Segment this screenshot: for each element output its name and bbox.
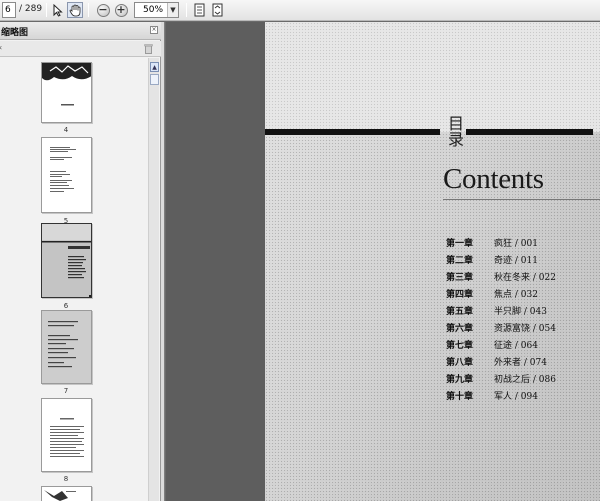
toc-title: 焦点 / 032 bbox=[494, 290, 538, 300]
thumbnail-page-number: 4 bbox=[63, 126, 69, 134]
page-header-band bbox=[265, 22, 600, 132]
toc-chapter: 第四章 bbox=[446, 290, 474, 300]
zoom-out-icon[interactable]: − bbox=[95, 2, 111, 18]
toolbar-separator bbox=[186, 3, 187, 17]
page-number-input[interactable]: 6 bbox=[2, 2, 16, 18]
toolbar: 6 / 289 − + 50% ▼ bbox=[0, 0, 600, 21]
thumbnails-options-bar: ‹ bbox=[0, 41, 161, 57]
hand-tool-icon[interactable] bbox=[67, 2, 83, 18]
single-page-icon[interactable] bbox=[191, 2, 207, 18]
heading-rule-right bbox=[466, 129, 593, 135]
trash-icon[interactable] bbox=[144, 43, 153, 54]
select-arrow-icon[interactable] bbox=[50, 2, 66, 18]
panel-splitter[interactable] bbox=[161, 22, 165, 501]
document-page bbox=[265, 22, 600, 501]
thumbnail-scrollbar[interactable]: ▲ bbox=[148, 58, 159, 501]
toc-title: 疯狂 / 001 bbox=[494, 239, 538, 249]
heading-rule-left bbox=[265, 129, 440, 135]
thumbnails-panel: 缩略图 × ‹ 4 bbox=[0, 22, 161, 501]
toc-title: 资源富饶 / 054 bbox=[494, 324, 556, 334]
toc-chapter: 第八章 bbox=[446, 358, 474, 368]
thumbnail-page-8[interactable] bbox=[41, 398, 92, 472]
thumbnail-page-number: 8 bbox=[63, 475, 69, 483]
contents-underline bbox=[443, 199, 600, 200]
page-total-label: / 289 bbox=[19, 4, 43, 14]
toc-chapter: 第七章 bbox=[446, 341, 474, 351]
page-fit-icon[interactable] bbox=[209, 2, 225, 18]
drop-arrow-icon[interactable]: ▼ bbox=[167, 3, 178, 17]
toc-title: 征途 / 064 bbox=[494, 341, 538, 351]
toc-chapter: 第九章 bbox=[446, 375, 474, 385]
toolbar-separator bbox=[88, 3, 89, 17]
scroll-up-icon[interactable]: ▲ bbox=[150, 62, 159, 72]
thumbnail-page-number: 6 bbox=[63, 302, 69, 310]
zoom-value: 50% bbox=[143, 5, 164, 15]
zoom-select[interactable]: 50% ▼ bbox=[134, 2, 179, 18]
toc-heading-english: Contents bbox=[443, 163, 544, 195]
thumbnail-page-7[interactable] bbox=[41, 310, 92, 384]
toolbar-separator bbox=[46, 3, 47, 17]
close-icon[interactable]: × bbox=[150, 26, 158, 34]
toc-chapter: 第一章 bbox=[446, 239, 474, 249]
thumbnail-page-6[interactable] bbox=[41, 223, 92, 298]
toc-title: 外来者 / 074 bbox=[494, 358, 547, 368]
toc-title: 秋在冬来 / 022 bbox=[494, 273, 556, 283]
toc-chapter: 第五章 bbox=[446, 307, 474, 317]
thumbnails-panel-header: 缩略图 × bbox=[0, 22, 161, 40]
toc-title: 初战之后 / 086 bbox=[494, 375, 556, 385]
toc-chapter: 第六章 bbox=[446, 324, 474, 334]
options-chevron-icon[interactable]: ‹ bbox=[0, 43, 2, 52]
zoom-in-icon[interactable]: + bbox=[113, 2, 129, 18]
toc-title: 奇迹 / 011 bbox=[494, 256, 538, 266]
toc-chapter: 第十章 bbox=[446, 392, 474, 402]
toc-chapter: 第三章 bbox=[446, 273, 474, 283]
thumbnail-list: 4 5 6 7 8 bbox=[0, 58, 148, 501]
thumbnail-page-9[interactable] bbox=[41, 486, 92, 501]
thumbnail-page-4[interactable] bbox=[41, 62, 92, 123]
thumbnail-page-5[interactable] bbox=[41, 137, 92, 213]
thumbnail-page-number: 7 bbox=[63, 387, 69, 395]
toc-heading-chinese: 目录 bbox=[447, 114, 464, 149]
toc-title: 军人 / 094 bbox=[494, 392, 538, 402]
toc-title: 半只脚 / 043 bbox=[494, 307, 547, 317]
scroll-thumb[interactable] bbox=[150, 74, 159, 85]
toc-chapter: 第二章 bbox=[446, 256, 474, 266]
panel-title: 缩略图 bbox=[1, 28, 29, 38]
